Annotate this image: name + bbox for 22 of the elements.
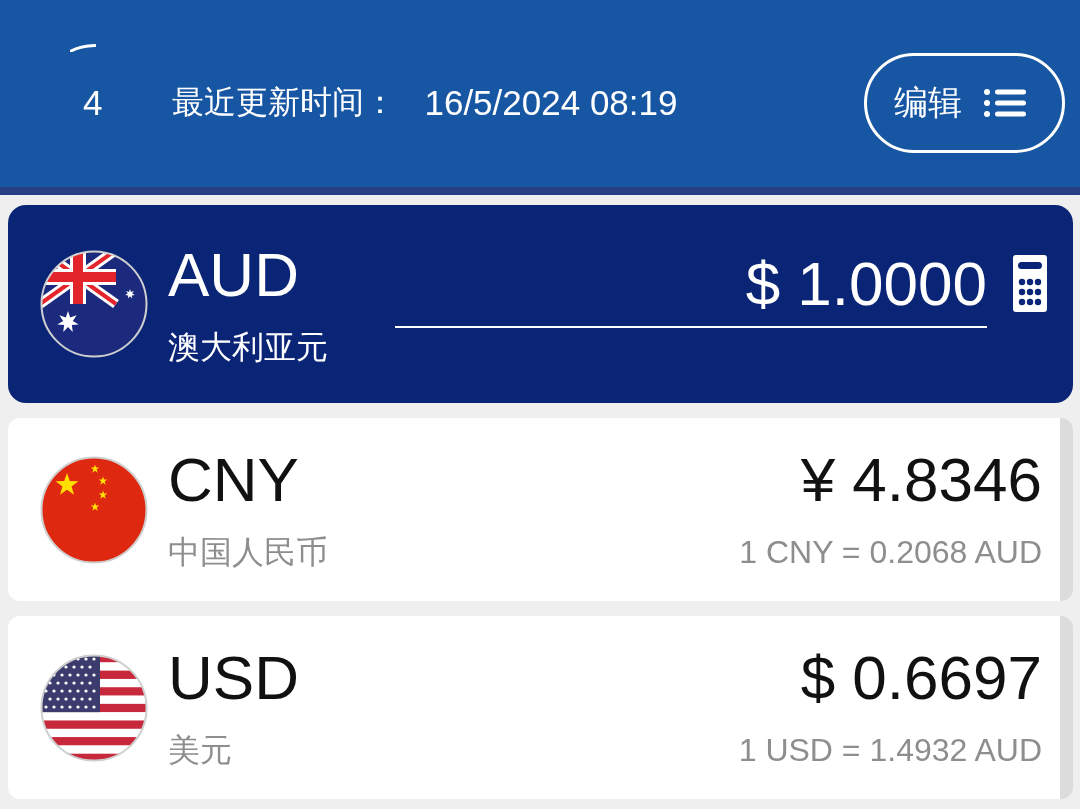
currency-code: CNY [168,446,300,514]
currency-code: AUD [168,240,300,309]
exchange-rate: 1 CNY = 0.2068 AUD [739,533,1042,572]
currency-code: USD [168,644,299,712]
currency-count: 4 [83,83,103,123]
currency-card[interactable]: AUD 澳大利亚元 $ 1.0000 [8,205,1073,403]
edit-button[interactable]: 编辑 [864,53,1065,153]
currency-name: 中国人民币 [168,533,328,572]
currency-name: 美元 [168,731,233,770]
exchange-rate: 1 USD = 1.4932 AUD [738,731,1042,770]
currency-card[interactable]: USD 美元 $ 0.6697 1 USD = 1.4932 AUD [8,616,1073,799]
currency-card[interactable]: CNY 中国人民币 ¥ 4.8346 1 CNY = 0.2068 AUD [8,418,1073,601]
list-icon [984,88,1026,118]
last-updated-label: 最近更新时间： [172,83,397,122]
amount-field[interactable]: $ 1.0000 [395,248,987,328]
calculator-icon[interactable] [1013,255,1047,312]
converted-amount: ¥ 4.8346 [800,446,1042,514]
converted-amount: $ 0.6697 [800,644,1042,712]
last-updated-time: 16/5/2024 08:19 [424,83,678,123]
us-flag-icon [40,653,148,762]
dash-icon [70,44,96,52]
currency-name: 澳大利亚元 [168,327,328,367]
